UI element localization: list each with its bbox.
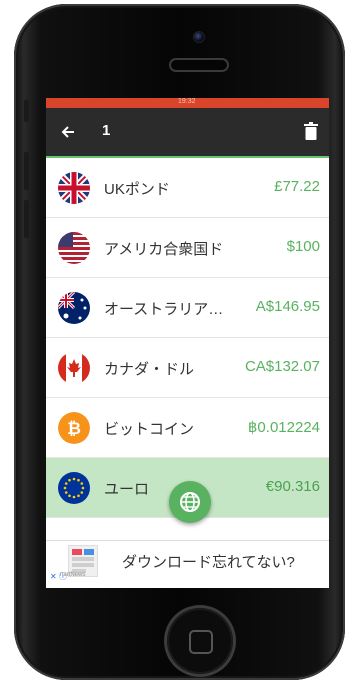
currency-name: アメリカ合衆国ドル	[104, 241, 224, 258]
currency-amount: $100	[286, 238, 320, 255]
add-currency-fab[interactable]	[169, 481, 211, 523]
globe-icon	[180, 492, 200, 512]
status-time: 19:32	[178, 98, 196, 105]
currency-name: オーストラリア…	[104, 301, 224, 318]
currency-row-aud[interactable]: オーストラリア… A$146.95	[46, 278, 329, 338]
mute-switch	[24, 100, 29, 122]
uk-flag-icon	[58, 172, 90, 204]
ad-banner[interactable]: ダウンロード忘れてない? ✕ ⓘ nartNews	[46, 540, 329, 585]
svg-text:₿: ₿	[67, 419, 81, 439]
volume-up-button	[24, 152, 29, 190]
us-flag-icon	[58, 232, 90, 264]
app-toolbar: 1	[46, 108, 329, 156]
eu-flag-icon	[58, 472, 90, 504]
currency-name: UKポンド	[104, 181, 170, 198]
bitcoin-icon: ₿	[58, 412, 90, 444]
currency-row-btc[interactable]: ₿ ビットコイン ฿0.012224	[46, 398, 329, 458]
volume-down-button	[24, 200, 29, 238]
toolbar-title: 1	[102, 122, 111, 139]
currency-list: UKポンド £77.22 アメリカ合衆国ドル $100	[46, 158, 329, 518]
home-button[interactable]	[167, 608, 233, 674]
australia-flag-icon	[58, 292, 90, 324]
currency-row-usd[interactable]: アメリカ合衆国ドル $100	[46, 218, 329, 278]
ad-headline: ダウンロード忘れてない?	[122, 554, 295, 571]
currency-name: ビットコイン	[104, 421, 195, 438]
earpiece-speaker	[171, 60, 227, 70]
currency-amount: A$146.95	[255, 298, 320, 315]
app-screen: 19:32 1 UKポンド £77.22 アメリカ合衆国ド $100 オーストラ…	[46, 98, 329, 588]
back-arrow-icon[interactable]	[56, 120, 80, 144]
currency-row-gbp[interactable]: UKポンド £77.22	[46, 158, 329, 218]
status-bar: 19:32	[46, 98, 329, 108]
canada-flag-icon	[58, 352, 90, 384]
currency-name: カナダ・ドル	[104, 361, 195, 378]
currency-amount: ฿0.012224	[247, 419, 320, 436]
currency-amount: £77.22	[274, 178, 320, 195]
trash-icon[interactable]	[304, 122, 322, 142]
currency-amount: CA$132.07	[244, 358, 320, 375]
front-camera	[194, 32, 204, 42]
ad-source-label: nartNews	[60, 572, 86, 578]
currency-amount: €90.316	[265, 478, 320, 495]
currency-row-cad[interactable]: カナダ・ドル CA$132.07	[46, 338, 329, 398]
